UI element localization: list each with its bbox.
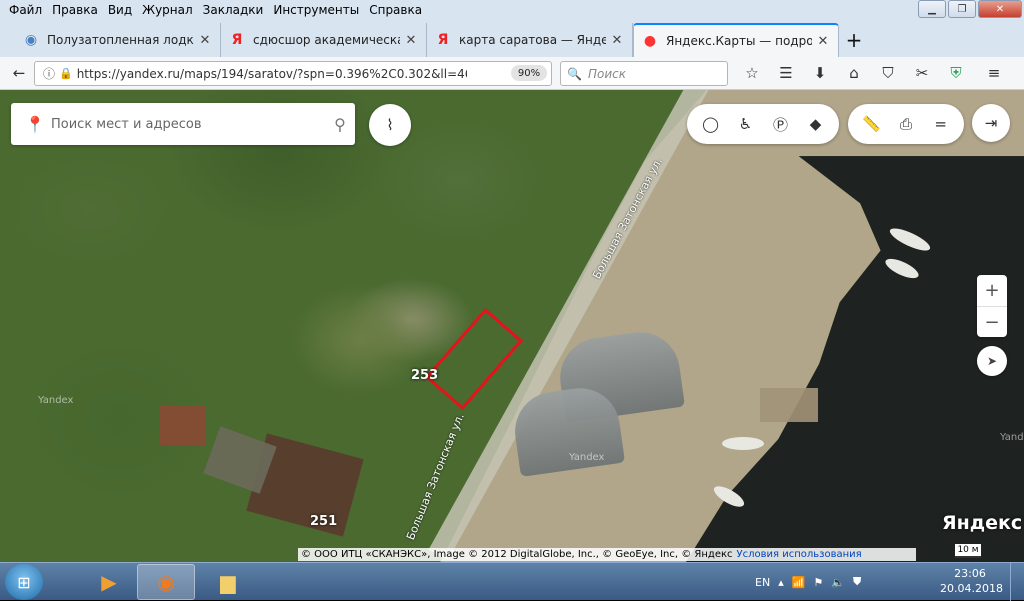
info-icon[interactable]: ⓘ bbox=[43, 65, 55, 82]
language-indicator[interactable]: EN bbox=[755, 576, 770, 589]
scale-bar: 10 м bbox=[955, 544, 981, 558]
search-engine-icon[interactable]: 🔍 bbox=[567, 67, 582, 81]
antivirus-icon[interactable]: ⛊ bbox=[853, 575, 861, 589]
hamburger-menu-icon[interactable]: ≡ bbox=[977, 59, 1011, 87]
tab-title: карта саратова — Яндекс: н bbox=[459, 33, 606, 47]
map-search-box[interactable]: 📍 Поиск мест и адресов ⚲ bbox=[11, 103, 355, 145]
tab-2[interactable]: Я сдюсшор академическая гр ✕ bbox=[221, 23, 427, 57]
menu-history[interactable]: Журнал bbox=[137, 0, 198, 21]
url-text[interactable]: https://yandex.ru/maps/194/saratov/?spn=… bbox=[77, 67, 467, 81]
firefox-icon[interactable]: ◉ bbox=[137, 564, 195, 600]
menu-view[interactable]: Вид bbox=[103, 0, 137, 21]
network-icon[interactable]: 📶 bbox=[792, 576, 806, 589]
print-icon[interactable]: ⎙ bbox=[890, 108, 922, 140]
menu-bar: Файл Правка Вид Журнал Закладки Инструме… bbox=[0, 0, 1024, 21]
search-bar[interactable]: 🔍 Поиск bbox=[560, 61, 728, 86]
route-button[interactable]: ⌇ bbox=[369, 104, 411, 146]
boat bbox=[722, 437, 764, 450]
close-window-button[interactable]: ✕ bbox=[978, 0, 1022, 18]
house-number-251: 251 bbox=[310, 514, 338, 529]
geolocation-icon[interactable]: ➤ bbox=[977, 346, 1007, 376]
traffic-icon[interactable]: ◯ bbox=[695, 108, 727, 140]
globe-icon: ◉ bbox=[24, 32, 38, 48]
back-icon[interactable]: ← bbox=[5, 59, 33, 87]
menu-tools[interactable]: Инструменты bbox=[268, 0, 364, 21]
satellite-map[interactable]: 253 251 Большая Затонская ул. Большая За… bbox=[0, 90, 1024, 562]
parking-icon[interactable]: Ⓟ bbox=[765, 108, 797, 140]
clock[interactable]: 23:06 20.04.2018 bbox=[940, 566, 1003, 596]
volume-icon[interactable]: 🔈 bbox=[831, 576, 845, 589]
close-tab-icon[interactable]: ✕ bbox=[816, 34, 830, 49]
terms-link[interactable]: Условия использования bbox=[737, 549, 862, 560]
tray-expand-icon[interactable]: ▴ bbox=[778, 576, 784, 589]
layers-icon[interactable]: ◆ bbox=[800, 108, 832, 140]
login-icon[interactable]: ⇥ bbox=[972, 104, 1010, 142]
yandex-maps-pin-icon: ● bbox=[643, 33, 657, 49]
layers-control-group: ◯ ♿ Ⓟ ◆ bbox=[687, 104, 839, 144]
tab-title: Яндекс.Карты — подробная bbox=[666, 34, 812, 48]
house-number-253: 253 bbox=[411, 368, 439, 383]
copyright-bar: © ООО ИТЦ «СКАНЭКС», Image © 2012 Digita… bbox=[298, 548, 916, 561]
tools-control-group: 📏 ⎙ = bbox=[848, 104, 964, 144]
pier bbox=[760, 388, 818, 422]
yandex-watermark: Yandex bbox=[569, 452, 605, 463]
restore-button[interactable]: ❐ bbox=[948, 0, 976, 18]
search-placeholder: Поиск bbox=[587, 66, 626, 81]
lock-icon: 🔒 bbox=[59, 67, 73, 80]
flag-icon[interactable]: ⚑ bbox=[813, 576, 823, 589]
bookmark-star-icon[interactable]: ☆ bbox=[735, 59, 769, 87]
clock-time: 23:06 bbox=[954, 567, 986, 580]
ruler-icon[interactable]: 📏 bbox=[855, 108, 887, 140]
yandex-logo: Яндекс bbox=[942, 512, 1023, 534]
toolbar: ☆ ☰ ⬇ ⌂ ⛉ ✂ ⛨ ≡ bbox=[735, 59, 1011, 87]
close-tab-icon[interactable]: ✕ bbox=[198, 33, 212, 48]
download-icon[interactable]: ⬇ bbox=[803, 59, 837, 87]
clock-date: 20.04.2018 bbox=[940, 582, 1003, 595]
screenshot-icon[interactable]: ✂ bbox=[905, 59, 939, 87]
address-bar[interactable]: ⓘ 🔒 https://yandex.ru/maps/194/saratov/?… bbox=[34, 61, 576, 86]
menu-icon[interactable]: = bbox=[925, 108, 957, 140]
yandex-watermark: Yandex bbox=[1000, 432, 1024, 443]
tab-3[interactable]: Я карта саратова — Яндекс: н ✕ bbox=[427, 23, 633, 57]
menu-edit[interactable]: Правка bbox=[47, 0, 103, 21]
close-tab-icon[interactable]: ✕ bbox=[610, 33, 624, 48]
close-tab-icon[interactable]: ✕ bbox=[404, 33, 418, 48]
new-tab-button[interactable]: + bbox=[839, 23, 869, 57]
start-button[interactable]: ⊞ bbox=[5, 564, 43, 600]
map-search-input[interactable]: Поиск мест и адресов bbox=[51, 117, 325, 132]
pocket-icon[interactable]: ⛉ bbox=[871, 59, 905, 87]
yandex-icon: Я bbox=[437, 32, 449, 48]
tab-strip: ◉ Полузатопленная лодка на р ✕ Я сдюсшор… bbox=[0, 21, 1024, 57]
copyright-text: © ООО ИТЦ «СКАНЭКС», Image © 2012 Digita… bbox=[301, 549, 733, 560]
yandex-watermark: Yandex bbox=[38, 395, 74, 406]
location-pin-icon: 📍 bbox=[25, 114, 45, 134]
menu-bookmarks[interactable]: Закладки bbox=[198, 0, 269, 21]
yandex-icon: Я bbox=[231, 32, 243, 48]
zoom-level-badge[interactable]: 90% bbox=[511, 65, 547, 81]
house-roof bbox=[160, 405, 205, 445]
file-explorer-icon[interactable]: ▆ bbox=[199, 564, 257, 600]
minimize-button[interactable]: ▁ bbox=[918, 0, 946, 18]
show-desktop-button[interactable] bbox=[1010, 563, 1024, 601]
zoom-out-button[interactable]: − bbox=[977, 306, 1007, 337]
windows-taskbar: ⊞ ▶ ◉ ▆ EN ▴ 📶 ⚑ 🔈 ⛊ 23:06 20.04.2018 bbox=[0, 562, 1024, 601]
tab-1[interactable]: ◉ Полузатопленная лодка на р ✕ bbox=[15, 23, 221, 57]
home-icon[interactable]: ⌂ bbox=[837, 59, 871, 87]
shield-icon[interactable]: ⛨ bbox=[939, 59, 973, 87]
menu-help[interactable]: Справка bbox=[364, 0, 427, 21]
window-controls: ▁ ❐ ✕ bbox=[918, 0, 1022, 18]
reading-list-icon[interactable]: ☰ bbox=[769, 59, 803, 87]
navigation-bar: ← ⓘ 🔒 https://yandex.ru/maps/194/saratov… bbox=[0, 57, 1024, 90]
tab-title: сдюсшор академическая гр bbox=[253, 33, 400, 47]
tab-4-active[interactable]: ● Яндекс.Карты — подробная ✕ bbox=[633, 23, 839, 57]
tab-title: Полузатопленная лодка на р bbox=[47, 33, 194, 47]
zoom-in-button[interactable]: + bbox=[977, 275, 1007, 306]
search-icon[interactable]: ⚲ bbox=[325, 115, 355, 134]
zoom-control: + − bbox=[977, 275, 1007, 337]
menu-file[interactable]: Файл bbox=[4, 0, 47, 21]
panorama-icon[interactable]: ♿ bbox=[730, 108, 762, 140]
system-tray: EN ▴ 📶 ⚑ 🔈 ⛊ bbox=[755, 563, 861, 601]
plot-outline bbox=[424, 307, 524, 411]
media-player-icon[interactable]: ▶ bbox=[80, 564, 138, 600]
